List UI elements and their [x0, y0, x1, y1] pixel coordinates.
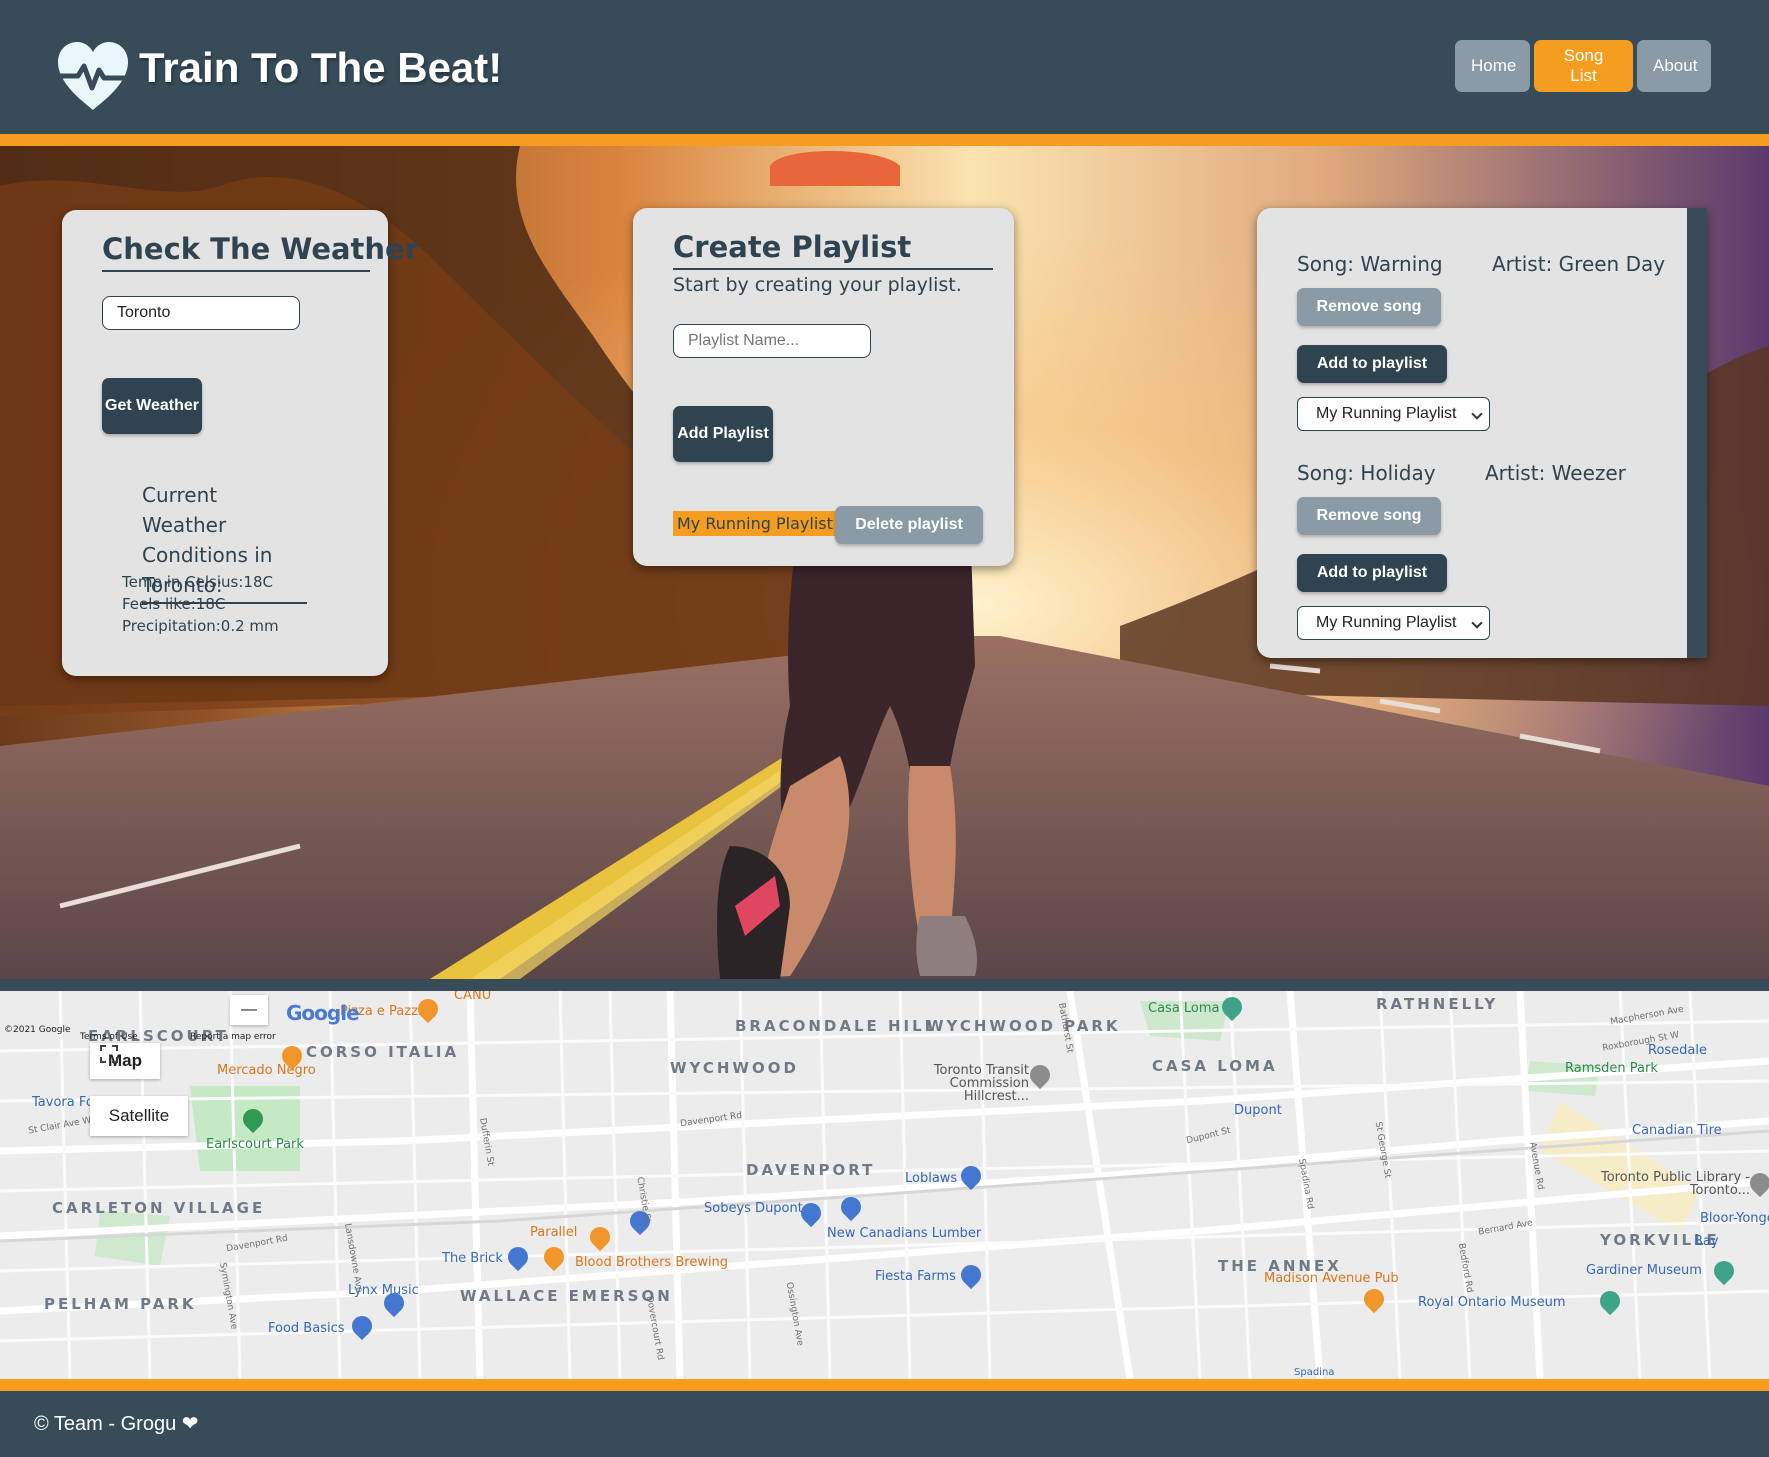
map-terms-link[interactable]: Terms of Use: [80, 1032, 138, 1042]
map-report-error-link[interactable]: Report a map error: [190, 1032, 276, 1042]
map-area-label: CASA LOMA: [1152, 1057, 1278, 1075]
fullscreen-icon[interactable]: [100, 1045, 118, 1063]
temp-celsius: Temp in Celsius:18C: [122, 573, 273, 591]
nav-song-list-button[interactable]: Song List: [1534, 40, 1633, 92]
weather-title: Check The Weather: [102, 232, 419, 272]
map-poi[interactable]: Toronto Transit Commission Hillcrest...: [884, 1064, 1029, 1103]
main-nav: Home Song List About: [1455, 40, 1711, 92]
map-poi[interactable]: Loblaws: [905, 1171, 957, 1186]
playlist-select-value: My Running Playlist: [1316, 405, 1457, 422]
map-poi[interactable]: Blood Brothers Brewing: [575, 1255, 728, 1270]
map-poi[interactable]: Royal Ontario Museum: [1418, 1295, 1566, 1310]
song-list-panel: Song: Warning Artist: Green Day Remove s…: [1257, 208, 1707, 658]
map-poi[interactable]: Toronto Public Library - Toronto...: [1600, 1171, 1750, 1197]
playlist-select[interactable]: My Running Playlist: [1297, 606, 1490, 640]
map-poi[interactable]: Spadina: [1294, 1367, 1334, 1378]
map-area-label: WYCHWOOD PARK: [927, 1017, 1121, 1035]
site-footer: © Team - Grogu ❤: [0, 1391, 1769, 1457]
map-poi[interactable]: Bay: [1694, 1234, 1719, 1249]
song-artist: Artist: Green Day: [1492, 252, 1666, 276]
playlist-name-input[interactable]: [673, 324, 871, 358]
chevron-down-icon: [1471, 617, 1483, 629]
add-to-playlist-button[interactable]: Add to playlist: [1297, 554, 1447, 592]
map-poi[interactable]: Fiesta Farms: [875, 1269, 956, 1284]
map-area-label: RATHNELLY: [1376, 995, 1499, 1013]
footer-credit: © Team - Grogu ❤: [34, 1413, 199, 1435]
delete-playlist-button[interactable]: Delete playlist: [835, 506, 983, 544]
weather-panel: Check The Weather Get Weather Current We…: [62, 210, 419, 676]
map-poi[interactable]: Mercado Negro: [217, 1063, 316, 1078]
remove-song-button[interactable]: Remove song: [1297, 497, 1441, 535]
map-area-label: PELHAM PARK: [44, 1295, 197, 1313]
map-area-label: WYCHWOOD: [670, 1059, 799, 1077]
map-poi[interactable]: CANU: [454, 991, 491, 1003]
chevron-down-icon: [1471, 408, 1483, 420]
site-header: Train To The Beat! Home Song List About: [0, 0, 1769, 134]
nav-about-button[interactable]: About: [1637, 40, 1711, 92]
google-logo[interactable]: Google: [286, 1001, 360, 1025]
map-poi[interactable]: Ramsden Park: [1565, 1061, 1658, 1076]
map-poi[interactable]: Food Basics: [268, 1321, 345, 1336]
nav-home-button[interactable]: Home: [1455, 40, 1530, 92]
song-title: Song: Holiday: [1297, 461, 1436, 485]
map-area-label: CORSO ITALIA: [306, 1043, 460, 1061]
map-area-label: WALLACE EMERSON: [460, 1287, 673, 1305]
precipitation: Precipitation:0.2 mm: [122, 617, 279, 635]
map-area-label: CARLETON VILLAGE: [52, 1199, 266, 1217]
map-poi[interactable]: Canadian Tire: [1632, 1123, 1722, 1138]
map-poi[interactable]: Sobeys Dupont: [704, 1201, 803, 1216]
create-playlist-panel: Create Playlist Start by creating your p…: [633, 208, 1014, 566]
remove-song-button[interactable]: Remove song: [1297, 288, 1441, 326]
map-poi[interactable]: Dupont: [1234, 1103, 1282, 1118]
map-type-satellite-button[interactable]: Satellite: [90, 1096, 188, 1136]
map-copyright: ©2021 Google: [4, 1025, 71, 1035]
site-title[interactable]: Train To The Beat!: [139, 44, 502, 92]
map-poi[interactable]: Gardiner Museum: [1586, 1263, 1702, 1278]
heartbeat-logo-icon: [58, 42, 128, 110]
get-weather-button[interactable]: Get Weather: [102, 378, 202, 434]
add-playlist-button[interactable]: Add Playlist: [673, 406, 773, 462]
map-poi[interactable]: Rosedale: [1648, 1043, 1707, 1058]
map-poi[interactable]: The Brick: [442, 1251, 503, 1266]
song-artist: Artist: Weezer: [1485, 461, 1626, 485]
playlist-select[interactable]: My Running Playlist: [1297, 397, 1490, 431]
map-poi[interactable]: New Canadians Lumber: [827, 1226, 981, 1241]
add-to-playlist-button[interactable]: Add to playlist: [1297, 345, 1447, 383]
song-list-scrollbar[interactable]: [1687, 208, 1707, 658]
google-map[interactable]: EARLSCOURT CORSO ITALIA BRACONDALE HILL …: [0, 991, 1769, 1379]
create-playlist-title: Create Playlist: [673, 230, 993, 270]
map-zoom-out-button[interactable]: —: [230, 995, 268, 1025]
playlist-name-tag[interactable]: My Running Playlist: [673, 511, 837, 536]
header-accent-stripe: [0, 134, 1769, 146]
map-area-label: DAVENPORT: [746, 1161, 876, 1179]
city-input[interactable]: [102, 296, 300, 330]
map-poi[interactable]: Earlscourt Park: [206, 1137, 304, 1152]
song-title: Song: Warning: [1297, 252, 1443, 276]
map-poi[interactable]: Bloor-Yonge: [1700, 1211, 1769, 1226]
map-tiles: [0, 991, 1769, 1379]
playlist-select-value: My Running Playlist: [1316, 614, 1457, 631]
create-playlist-subtitle: Start by creating your playlist.: [673, 274, 962, 296]
map-poi[interactable]: Casa Loma: [1148, 1001, 1220, 1016]
hero-section: Check The Weather Get Weather Current We…: [0, 146, 1769, 979]
map-poi[interactable]: Madison Avenue Pub: [1264, 1271, 1399, 1286]
map-poi[interactable]: Parallel: [530, 1225, 577, 1240]
footer-accent-stripe: [0, 1379, 1769, 1391]
feels-like: Feels like:18C: [122, 595, 226, 613]
map-area-label: BRACONDALE HILL: [735, 1017, 938, 1035]
